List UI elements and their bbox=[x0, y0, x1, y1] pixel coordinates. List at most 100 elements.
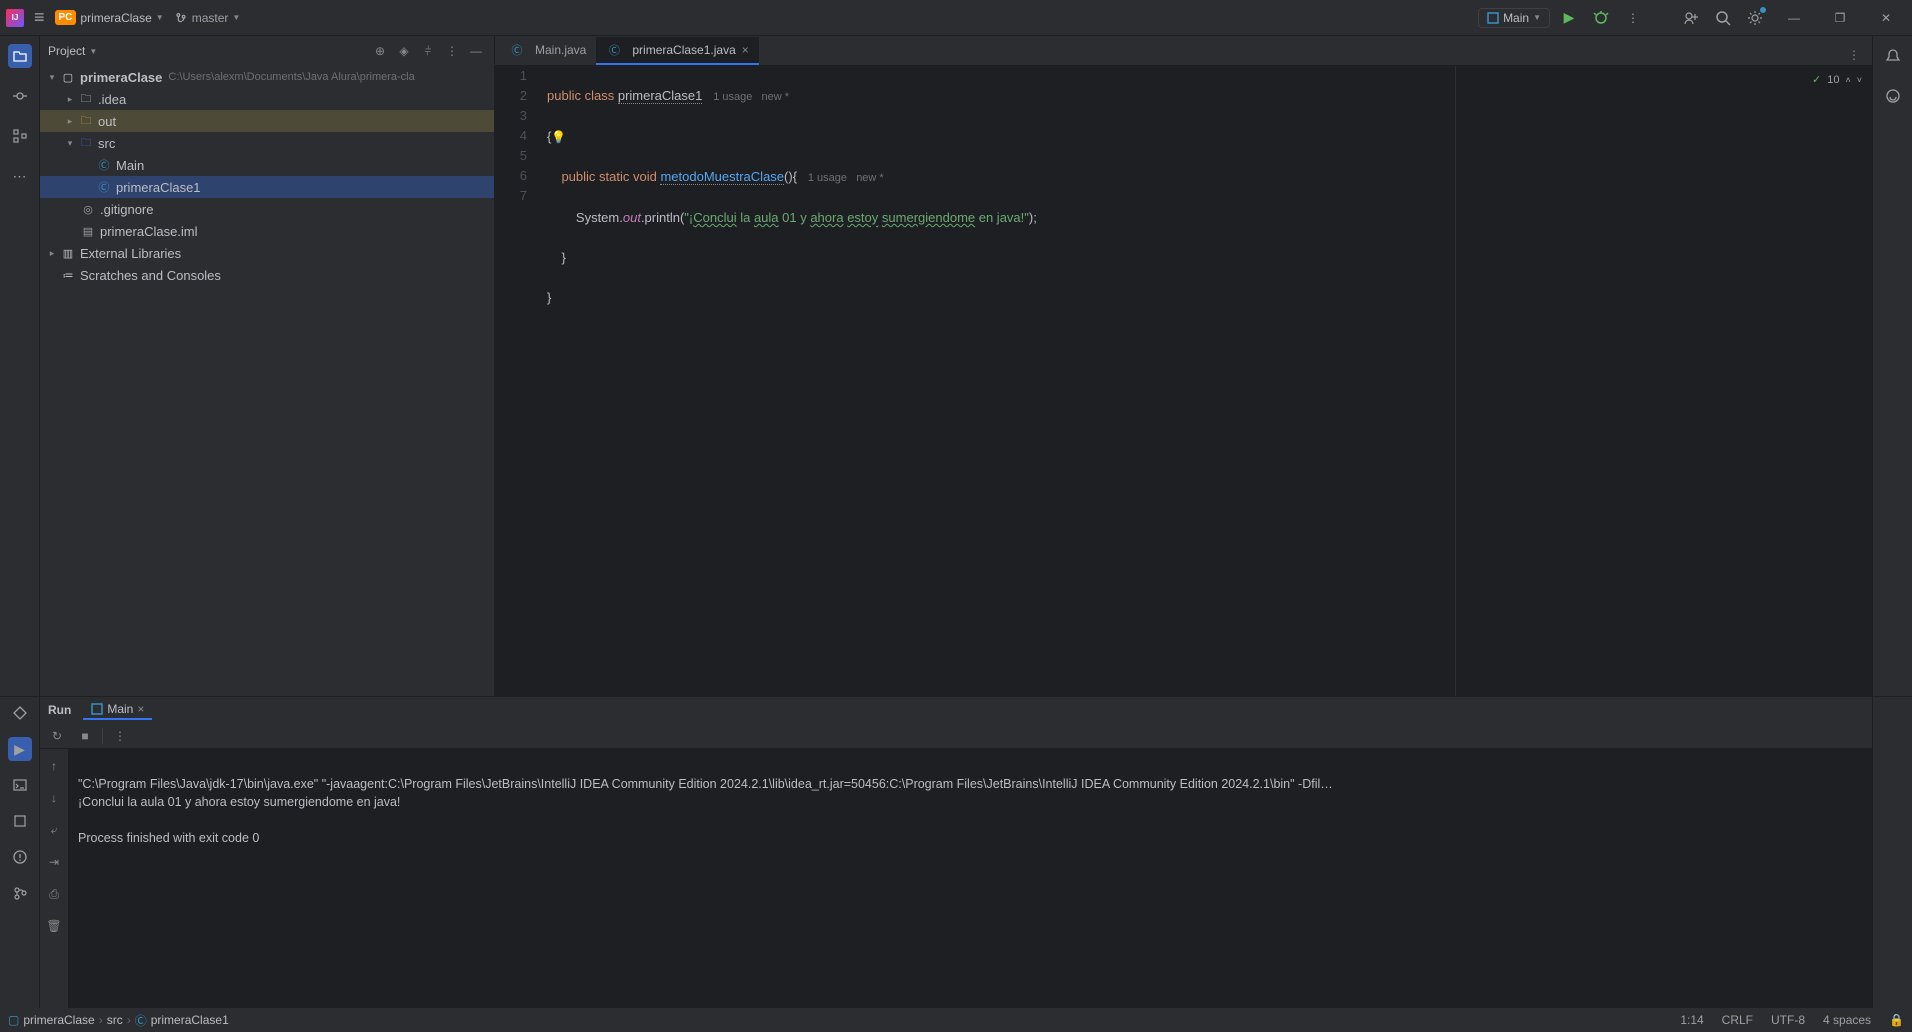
tree-file-gitignore[interactable]: ◎ .gitignore bbox=[40, 198, 494, 220]
chevron-right-icon: ▸ bbox=[44, 248, 60, 259]
run-tool-window: ▶ Run Main × ↻ ■ ⋮ ↑ ↓ ⤶ ⇥ ⎙ bbox=[0, 696, 1912, 1028]
minimize-window-button[interactable]: — bbox=[1774, 2, 1814, 34]
git-icon[interactable] bbox=[8, 881, 32, 905]
print-icon[interactable]: ⎙ bbox=[43, 883, 65, 905]
code-content[interactable]: public class primeraClase1 1 usage new *… bbox=[543, 66, 1872, 696]
tree-folder-src[interactable]: ▾ 🗀 src bbox=[40, 132, 494, 154]
tree-label: .gitignore bbox=[100, 202, 153, 217]
status-bar: ▢ primeraClase › src › Ⓒ primeraClase1 1… bbox=[0, 1008, 1912, 1032]
chevron-down-icon: ▾ bbox=[44, 72, 60, 83]
project-badge-icon: PC bbox=[55, 10, 77, 25]
search-everywhere-button[interactable] bbox=[1710, 5, 1736, 31]
java-class-icon: Ⓒ bbox=[96, 179, 112, 195]
project-tree[interactable]: ▾ ▢ primeraClase C:\Users\alexm\Document… bbox=[40, 66, 494, 696]
more-icon[interactable]: ⋮ bbox=[109, 725, 131, 747]
problems-icon[interactable] bbox=[8, 845, 32, 869]
select-opened-file-icon[interactable]: ⊕ bbox=[370, 41, 390, 61]
file-encoding[interactable]: UTF-8 bbox=[1771, 1013, 1805, 1027]
tab-main-java[interactable]: Ⓒ Main.java bbox=[499, 37, 596, 65]
chevron-right-icon: ▸ bbox=[62, 94, 78, 105]
cursor-position[interactable]: 1:14 bbox=[1680, 1013, 1703, 1027]
tab-label: primeraClase1.java bbox=[632, 43, 735, 57]
tree-label: .idea bbox=[98, 92, 126, 107]
folder-icon: 🗀 bbox=[78, 91, 94, 107]
tree-label: src bbox=[98, 136, 115, 151]
intention-bulb-icon[interactable]: 💡 bbox=[551, 130, 566, 144]
panel-options-icon[interactable]: ⋮ bbox=[442, 41, 462, 61]
scratch-icon: ≔ bbox=[60, 267, 76, 283]
tree-label: primeraClase1 bbox=[116, 180, 201, 195]
stop-icon[interactable]: ■ bbox=[74, 725, 96, 747]
run-config-selector[interactable]: Main ▼ bbox=[1478, 8, 1550, 28]
git-branch-selector[interactable]: master ▼ bbox=[174, 11, 241, 25]
tree-external-libraries[interactable]: ▸ ▥ External Libraries bbox=[40, 242, 494, 264]
module-icon: ▢ bbox=[8, 1013, 19, 1027]
iml-file-icon: ▤ bbox=[80, 223, 96, 239]
tab-options-icon[interactable]: ⋮ bbox=[1844, 45, 1864, 65]
close-window-button[interactable]: ✕ bbox=[1866, 2, 1906, 34]
tree-scratches[interactable]: ≔ Scratches and Consoles bbox=[40, 264, 494, 286]
close-tab-icon[interactable]: × bbox=[137, 702, 144, 716]
close-tab-icon[interactable]: × bbox=[742, 43, 749, 57]
soft-wrap-icon[interactable]: ⤶ bbox=[43, 819, 65, 841]
hide-panel-icon[interactable]: — bbox=[466, 41, 486, 61]
tab-primeraclase1-java[interactable]: Ⓒ primeraClase1.java × bbox=[596, 37, 758, 65]
tree-file-main[interactable]: Ⓒ Main bbox=[40, 154, 494, 176]
inspection-count: 10 bbox=[1827, 70, 1839, 90]
scroll-down-icon[interactable]: ↓ bbox=[43, 787, 65, 809]
build-icon[interactable] bbox=[8, 809, 32, 833]
hamburger-menu-icon[interactable]: ≡ bbox=[34, 7, 45, 28]
terminal-icon[interactable] bbox=[8, 773, 32, 797]
tree-file-iml[interactable]: ▤ primeraClase.iml bbox=[40, 220, 494, 242]
maximize-window-button[interactable]: ❐ bbox=[1820, 2, 1860, 34]
tree-file-primeraclase1[interactable]: Ⓒ primeraClase1 bbox=[40, 176, 494, 198]
structure-tool-icon[interactable] bbox=[8, 124, 32, 148]
expand-all-icon[interactable]: ◈ bbox=[394, 41, 414, 61]
commit-tool-icon[interactable] bbox=[8, 84, 32, 108]
tree-root[interactable]: ▾ ▢ primeraClase C:\Users\alexm\Document… bbox=[40, 66, 494, 88]
chevron-up-icon[interactable]: ˄ bbox=[1845, 70, 1850, 90]
tab-label: Main.java bbox=[535, 43, 586, 57]
tree-label: out bbox=[98, 114, 116, 129]
code-with-me-icon[interactable] bbox=[1678, 5, 1704, 31]
collapse-all-icon[interactable]: ⫩ bbox=[418, 41, 438, 61]
settings-button[interactable] bbox=[1742, 5, 1768, 31]
indent-settings[interactable]: 4 spaces bbox=[1823, 1013, 1871, 1027]
scroll-up-icon[interactable]: ↑ bbox=[43, 755, 65, 777]
tree-folder-idea[interactable]: ▸ 🗀 .idea bbox=[40, 88, 494, 110]
line-separator[interactable]: CRLF bbox=[1722, 1013, 1753, 1027]
more-tools-icon[interactable]: ⋯ bbox=[8, 164, 32, 188]
clear-icon[interactable]: 🗑 bbox=[43, 915, 65, 937]
console-output[interactable]: "C:\Program Files\Java\jdk-17\bin\java.e… bbox=[68, 749, 1872, 1028]
project-panel-title[interactable]: Project ▼ bbox=[48, 44, 370, 58]
right-bottom-stripe bbox=[1872, 697, 1912, 1028]
java-class-icon: Ⓒ bbox=[135, 1012, 147, 1029]
rerun-icon[interactable]: ↻ bbox=[46, 725, 68, 747]
ai-assistant-icon[interactable] bbox=[1881, 84, 1905, 108]
run-config-tab[interactable]: Main × bbox=[83, 700, 152, 720]
java-class-icon: Ⓒ bbox=[509, 42, 525, 58]
project-tool-icon[interactable] bbox=[8, 44, 32, 68]
more-actions-button[interactable]: ⋮ bbox=[1620, 5, 1646, 31]
readonly-lock-icon[interactable]: 🔒 bbox=[1889, 1013, 1904, 1027]
branch-label: master bbox=[192, 11, 229, 25]
run-icon[interactable]: ▶ bbox=[8, 737, 32, 761]
scroll-to-end-icon[interactable]: ⇥ bbox=[43, 851, 65, 873]
inspection-widget[interactable]: ✓ 10 ˄ ˅ bbox=[1812, 70, 1862, 90]
services-icon[interactable] bbox=[8, 701, 32, 725]
project-selector[interactable]: PC primeraClase ▼ bbox=[55, 10, 164, 25]
run-panel-header: Run Main × bbox=[40, 697, 1872, 723]
breadcrumb[interactable]: ▢ primeraClase › src › Ⓒ primeraClase1 bbox=[8, 1012, 229, 1029]
code-editor[interactable]: 1234567 public class primeraClase1 1 usa… bbox=[495, 66, 1872, 696]
tree-folder-out[interactable]: ▸ 🗀 out bbox=[40, 110, 494, 132]
java-class-icon: Ⓒ bbox=[96, 157, 112, 173]
chevron-right-icon: › bbox=[127, 1013, 131, 1027]
tree-label: primeraClase.iml bbox=[100, 224, 198, 239]
debug-button[interactable] bbox=[1588, 5, 1614, 31]
left-bottom-stripe: ▶ bbox=[0, 697, 40, 1028]
run-button[interactable]: ▶ bbox=[1556, 5, 1582, 31]
chevron-down-icon[interactable]: ˅ bbox=[1857, 70, 1862, 90]
left-tool-stripe: ⋯ bbox=[0, 36, 40, 696]
chevron-right-icon: › bbox=[99, 1013, 103, 1027]
notifications-icon[interactable] bbox=[1881, 44, 1905, 68]
